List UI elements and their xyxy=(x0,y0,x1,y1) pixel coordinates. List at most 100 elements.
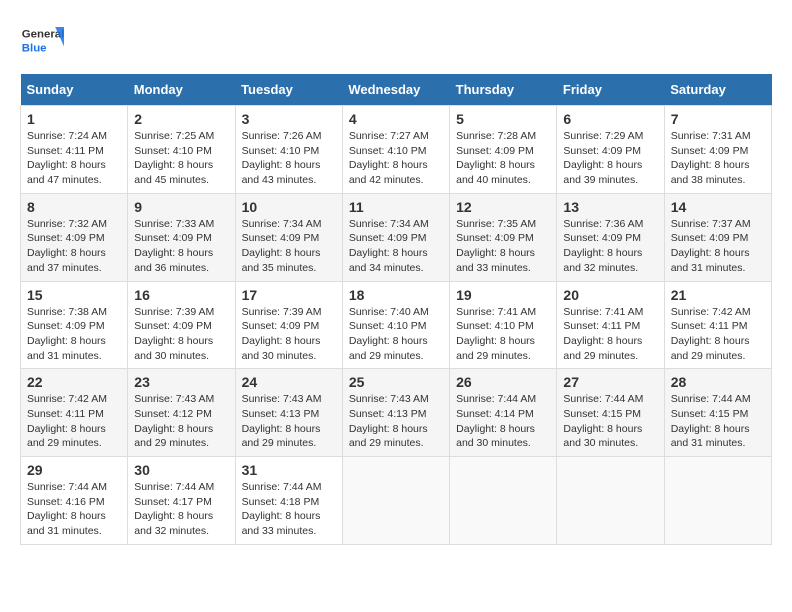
calendar-cell: 27 Sunrise: 7:44 AMSunset: 4:15 PMDayligh… xyxy=(557,369,664,457)
day-number: 11 xyxy=(349,199,443,215)
calendar-cell: 4Sunrise: 7:27 AMSunset: 4:10 PMDaylight… xyxy=(342,106,449,194)
page-header: General Blue xyxy=(20,20,772,64)
day-info: Sunrise: 7:24 AMSunset: 4:11 PMDaylight:… xyxy=(27,129,121,188)
day-number: 1 xyxy=(27,111,121,127)
calendar-cell: 20 Sunrise: 7:41 AMSunset: 4:11 PMDayligh… xyxy=(557,281,664,369)
day-info: Sunrise: 7:42 AMSunset: 4:11 PMDaylight:… xyxy=(671,305,765,364)
day-number: 23 xyxy=(134,374,228,390)
day-info: Sunrise: 7:44 AMSunset: 4:17 PMDaylight:… xyxy=(134,480,228,539)
calendar-cell: 15 Sunrise: 7:38 AMSunset: 4:09 PMDayligh… xyxy=(21,281,128,369)
day-info: Sunrise: 7:37 AMSunset: 4:09 PMDaylight:… xyxy=(671,217,765,276)
day-number: 17 xyxy=(242,287,336,303)
day-number: 30 xyxy=(134,462,228,478)
calendar-week-1: 1 Sunrise: 7:24 AMSunset: 4:11 PMDaylight… xyxy=(21,106,772,194)
svg-text:Blue: Blue xyxy=(22,43,47,55)
calendar-cell: 16Sunrise: 7:39 AMSunset: 4:09 PMDayligh… xyxy=(128,281,235,369)
day-info: Sunrise: 7:29 AMSunset: 4:09 PMDaylight:… xyxy=(563,129,657,188)
logo-svg: General Blue xyxy=(20,20,64,64)
calendar-cell: 8 Sunrise: 7:32 AMSunset: 4:09 PMDaylight… xyxy=(21,193,128,281)
day-info: Sunrise: 7:44 AMSunset: 4:15 PMDaylight:… xyxy=(563,392,657,451)
day-header-saturday: Saturday xyxy=(664,74,771,106)
calendar-cell: 11 Sunrise: 7:34 AMSunset: 4:09 PMDayligh… xyxy=(342,193,449,281)
calendar-cell xyxy=(342,457,449,545)
day-number: 21 xyxy=(671,287,765,303)
day-info: Sunrise: 7:27 AMSunset: 4:10 PMDaylight:… xyxy=(349,129,443,188)
day-number: 20 xyxy=(563,287,657,303)
calendar-cell: 22 Sunrise: 7:42 AMSunset: 4:11 PMDayligh… xyxy=(21,369,128,457)
day-number: 27 xyxy=(563,374,657,390)
calendar-cell: 3 Sunrise: 7:26 AMSunset: 4:10 PMDaylight… xyxy=(235,106,342,194)
day-info: Sunrise: 7:44 AMSunset: 4:15 PMDaylight:… xyxy=(671,392,765,451)
day-number: 2 xyxy=(134,111,228,127)
day-info: Sunrise: 7:41 AMSunset: 4:11 PMDaylight:… xyxy=(563,305,657,364)
calendar-cell: 21 Sunrise: 7:42 AMSunset: 4:11 PMDayligh… xyxy=(664,281,771,369)
day-number: 29 xyxy=(27,462,121,478)
calendar-cell: 9 Sunrise: 7:33 AMSunset: 4:09 PMDaylight… xyxy=(128,193,235,281)
day-info: Sunrise: 7:41 AMSunset: 4:10 PMDaylight:… xyxy=(456,305,550,364)
calendar-cell: 28 Sunrise: 7:44 AMSunset: 4:15 PMDayligh… xyxy=(664,369,771,457)
day-number: 8 xyxy=(27,199,121,215)
day-number: 14 xyxy=(671,199,765,215)
day-info: Sunrise: 7:31 AMSunset: 4:09 PMDaylight:… xyxy=(671,129,765,188)
day-number: 22 xyxy=(27,374,121,390)
day-number: 24 xyxy=(242,374,336,390)
day-info: Sunrise: 7:38 AMSunset: 4:09 PMDaylight:… xyxy=(27,305,121,364)
day-number: 19 xyxy=(456,287,550,303)
calendar-cell: 14 Sunrise: 7:37 AMSunset: 4:09 PMDayligh… xyxy=(664,193,771,281)
calendar-cell: 31Sunrise: 7:44 AMSunset: 4:18 PMDayligh… xyxy=(235,457,342,545)
calendar-week-2: 8 Sunrise: 7:32 AMSunset: 4:09 PMDaylight… xyxy=(21,193,772,281)
day-header-friday: Friday xyxy=(557,74,664,106)
day-number: 31 xyxy=(242,462,336,478)
day-info: Sunrise: 7:28 AMSunset: 4:09 PMDaylight:… xyxy=(456,129,550,188)
day-header-tuesday: Tuesday xyxy=(235,74,342,106)
calendar-cell: 24 Sunrise: 7:43 AMSunset: 4:13 PMDayligh… xyxy=(235,369,342,457)
day-info: Sunrise: 7:33 AMSunset: 4:09 PMDaylight:… xyxy=(134,217,228,276)
calendar-week-5: 29 Sunrise: 7:44 AMSunset: 4:16 PMDayligh… xyxy=(21,457,772,545)
calendar-cell: 5Sunrise: 7:28 AMSunset: 4:09 PMDaylight… xyxy=(450,106,557,194)
calendar-table: SundayMondayTuesdayWednesdayThursdayFrid… xyxy=(20,74,772,545)
day-info: Sunrise: 7:40 AMSunset: 4:10 PMDaylight:… xyxy=(349,305,443,364)
day-header-monday: Monday xyxy=(128,74,235,106)
day-info: Sunrise: 7:39 AMSunset: 4:09 PMDaylight:… xyxy=(242,305,336,364)
logo: General Blue xyxy=(20,20,64,64)
day-info: Sunrise: 7:26 AMSunset: 4:10 PMDaylight:… xyxy=(242,129,336,188)
calendar-cell: 2Sunrise: 7:25 AMSunset: 4:10 PMDaylight… xyxy=(128,106,235,194)
calendar-cell: 17 Sunrise: 7:39 AMSunset: 4:09 PMDayligh… xyxy=(235,281,342,369)
day-info: Sunrise: 7:35 AMSunset: 4:09 PMDaylight:… xyxy=(456,217,550,276)
calendar-week-4: 22 Sunrise: 7:42 AMSunset: 4:11 PMDayligh… xyxy=(21,369,772,457)
calendar-cell: 19 Sunrise: 7:41 AMSunset: 4:10 PMDayligh… xyxy=(450,281,557,369)
day-info: Sunrise: 7:44 AMSunset: 4:16 PMDaylight:… xyxy=(27,480,121,539)
calendar-cell: 6 Sunrise: 7:29 AMSunset: 4:09 PMDaylight… xyxy=(557,106,664,194)
calendar-header-row: SundayMondayTuesdayWednesdayThursdayFrid… xyxy=(21,74,772,106)
day-number: 25 xyxy=(349,374,443,390)
day-number: 15 xyxy=(27,287,121,303)
day-number: 6 xyxy=(563,111,657,127)
day-info: Sunrise: 7:43 AMSunset: 4:12 PMDaylight:… xyxy=(134,392,228,451)
day-number: 3 xyxy=(242,111,336,127)
calendar-cell xyxy=(557,457,664,545)
day-header-thursday: Thursday xyxy=(450,74,557,106)
day-info: Sunrise: 7:42 AMSunset: 4:11 PMDaylight:… xyxy=(27,392,121,451)
day-info: Sunrise: 7:44 AMSunset: 4:14 PMDaylight:… xyxy=(456,392,550,451)
day-info: Sunrise: 7:43 AMSunset: 4:13 PMDaylight:… xyxy=(242,392,336,451)
day-info: Sunrise: 7:43 AMSunset: 4:13 PMDaylight:… xyxy=(349,392,443,451)
calendar-cell: 29 Sunrise: 7:44 AMSunset: 4:16 PMDayligh… xyxy=(21,457,128,545)
day-number: 16 xyxy=(134,287,228,303)
calendar-cell: 18Sunrise: 7:40 AMSunset: 4:10 PMDayligh… xyxy=(342,281,449,369)
day-info: Sunrise: 7:34 AMSunset: 4:09 PMDaylight:… xyxy=(242,217,336,276)
calendar-cell: 13Sunrise: 7:36 AMSunset: 4:09 PMDayligh… xyxy=(557,193,664,281)
calendar-cell: 26 Sunrise: 7:44 AMSunset: 4:14 PMDayligh… xyxy=(450,369,557,457)
day-info: Sunrise: 7:32 AMSunset: 4:09 PMDaylight:… xyxy=(27,217,121,276)
calendar-week-3: 15 Sunrise: 7:38 AMSunset: 4:09 PMDayligh… xyxy=(21,281,772,369)
calendar-cell: 10Sunrise: 7:34 AMSunset: 4:09 PMDayligh… xyxy=(235,193,342,281)
day-number: 9 xyxy=(134,199,228,215)
calendar-cell: 1 Sunrise: 7:24 AMSunset: 4:11 PMDaylight… xyxy=(21,106,128,194)
day-info: Sunrise: 7:34 AMSunset: 4:09 PMDaylight:… xyxy=(349,217,443,276)
calendar-cell: 7 Sunrise: 7:31 AMSunset: 4:09 PMDaylight… xyxy=(664,106,771,194)
day-number: 26 xyxy=(456,374,550,390)
day-number: 28 xyxy=(671,374,765,390)
calendar-cell: 25 Sunrise: 7:43 AMSunset: 4:13 PMDayligh… xyxy=(342,369,449,457)
day-number: 7 xyxy=(671,111,765,127)
logo-graphic: General Blue xyxy=(20,20,64,64)
day-number: 13 xyxy=(563,199,657,215)
